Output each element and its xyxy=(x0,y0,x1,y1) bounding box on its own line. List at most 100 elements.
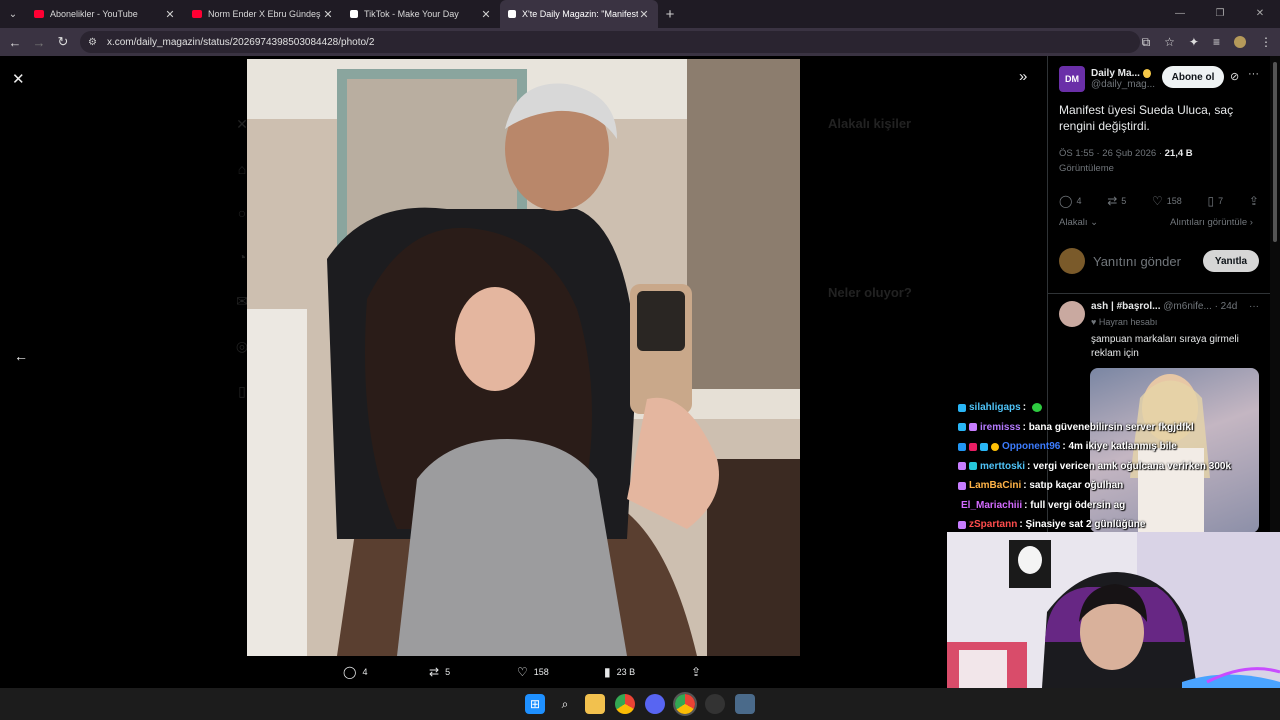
discord-icon[interactable] xyxy=(645,694,665,714)
previous-photo-icon[interactable]: ← xyxy=(14,348,28,364)
reply-submit-button[interactable]: Yanıtla xyxy=(1203,250,1259,272)
more-options-icon[interactable]: ··· xyxy=(1249,301,1259,312)
tab-title: TikTok - Make Your Day xyxy=(364,9,459,19)
chrome-profile-icon[interactable] xyxy=(673,692,697,716)
repost-button[interactable]: ⇄ 5 xyxy=(429,665,450,679)
search-icon[interactable]: ⌕ xyxy=(555,694,575,714)
related-people-heading: Alakalı kişiler xyxy=(828,116,912,131)
follow-button[interactable]: Abone ol xyxy=(1162,66,1224,88)
scrollbar-thumb[interactable] xyxy=(1273,62,1277,242)
like-stat[interactable]: ♡ 158 xyxy=(1152,194,1182,208)
chat-message: merttoski: vergi vericen amk oğulcana ve… xyxy=(958,457,1258,477)
tab-search-icon[interactable]: ⌄ xyxy=(0,0,26,28)
chat-username: El_Mariachiii xyxy=(961,499,1023,511)
profile-avatar[interactable] xyxy=(1234,36,1246,48)
tab-youtube-subscriptions[interactable]: Abonelikler - YouTube ✕ xyxy=(26,0,184,28)
extensions-icon[interactable]: ✦ xyxy=(1189,35,1199,49)
site-info-icon[interactable]: ⚙ xyxy=(88,37,97,48)
chat-username: merttoski xyxy=(980,460,1026,472)
chat-text: : vergi vericen amk oğulcana verirken 30… xyxy=(1027,460,1232,472)
repost-icon: ⇄ xyxy=(429,665,440,679)
photo-action-bar: ◯ 4 ⇄ 5 ♡ 158 ▮ 23 B ⇪ xyxy=(247,658,800,686)
windows-taskbar: ⊞ ⌕ xyxy=(0,688,1280,720)
close-window-icon[interactable]: ✕ xyxy=(1240,0,1280,28)
fan-badge-icon: ♥ xyxy=(1091,317,1099,327)
like-button[interactable]: ♡ 158 xyxy=(517,665,549,679)
show-quotes-link[interactable]: Alıntıları görüntüle › xyxy=(1170,217,1253,228)
install-app-icon[interactable]: ⧉ xyxy=(1142,35,1151,50)
tiktok-icon xyxy=(350,10,358,18)
tweet-author[interactable]: DM Daily Ma... @daily_mag... xyxy=(1059,66,1155,92)
author-name[interactable]: Daily Ma... xyxy=(1091,68,1140,79)
author-handle[interactable]: @daily_mag... xyxy=(1091,79,1155,90)
more-options-icon[interactable]: ··· xyxy=(1248,68,1259,80)
chat-message: LamBaCini: satıp kaçar oğulhan xyxy=(958,476,1258,496)
window-controls: — ❐ ✕ xyxy=(1160,0,1280,28)
grok-icon[interactable]: ⊘ xyxy=(1230,70,1239,83)
repost-stat[interactable]: ⇄ 5 xyxy=(1107,194,1126,208)
youtube-icon xyxy=(34,10,44,18)
bookmark-icon: ▯ xyxy=(1207,194,1215,208)
new-tab-button[interactable]: + xyxy=(658,6,682,23)
tweet-meta: ÖS 1:55 · 26 Şub 2026 · 21,4 B Görüntüle… xyxy=(1059,146,1259,176)
share-icon: ⇪ xyxy=(691,665,702,679)
calculator-icon[interactable] xyxy=(735,694,755,714)
reply-button[interactable]: ◯ 4 xyxy=(343,665,367,679)
divider xyxy=(1048,293,1270,294)
comment-icon: ◯ xyxy=(343,665,357,679)
browser-menu-icon[interactable]: ⋮ xyxy=(1260,35,1272,49)
address-bar[interactable]: ⚙ x.com/daily_magazin/status/20269743985… xyxy=(80,31,1140,53)
heart-icon: ♡ xyxy=(1152,194,1163,208)
windows-start-icon[interactable]: ⊞ xyxy=(525,694,545,714)
back-icon[interactable]: ← xyxy=(3,35,27,50)
tab-tiktok[interactable]: TikTok - Make Your Day ✕ xyxy=(342,0,500,28)
chat-username: LamBaCini xyxy=(969,480,1022,492)
salon-selfie-image xyxy=(247,59,800,656)
chat-message: iremisss: bana güvenebilirsin server fkg… xyxy=(958,418,1258,438)
tab-title: Norm Ender X Ebru Gündeş - B xyxy=(208,9,322,19)
reply-count: 4 xyxy=(362,667,368,677)
reply-input[interactable]: Yanıtını gönder xyxy=(1093,254,1203,269)
webcam-overlay xyxy=(947,532,1280,688)
chat-badge-icon xyxy=(969,423,977,432)
tab-norm-ender[interactable]: Norm Ender X Ebru Gündeş - B ✕ xyxy=(184,0,342,28)
minimize-icon[interactable]: — xyxy=(1160,0,1200,28)
chat-message: silahligaps: xyxy=(958,398,1258,418)
bookmark-star-icon[interactable]: ☆ xyxy=(1164,35,1175,49)
bookmark-stat[interactable]: ▯ 7 xyxy=(1208,194,1224,208)
reply-author-name[interactable]: ash | #başrol... xyxy=(1091,301,1161,312)
tweet-text: Manifest üyesi Sueda Uluca, saç rengini … xyxy=(1059,103,1234,133)
bookmark-count: 7 xyxy=(1218,196,1224,206)
views-button[interactable]: ▮ 23 B xyxy=(604,665,635,679)
sort-dropdown[interactable]: Alakalı ⌄ xyxy=(1059,217,1098,228)
trending-heading: Neler oluyor? xyxy=(828,285,912,300)
tab-x-daily-magazin[interactable]: X'te Daily Magazin: "Manifest ü ✕ xyxy=(500,0,658,28)
chat-badge-icon xyxy=(980,442,988,451)
share-stat[interactable]: ⇪ xyxy=(1249,194,1259,208)
forward-icon[interactable]: → xyxy=(27,35,51,50)
reply-avatar[interactable] xyxy=(1059,301,1085,327)
tab-close-icon[interactable]: ✕ xyxy=(164,8,176,21)
author-avatar[interactable]: DM xyxy=(1059,66,1085,92)
fan-account-label: ♥ Hayran hesabı xyxy=(1091,317,1157,327)
reply-age: · 24d xyxy=(1214,301,1238,312)
reply-stat[interactable]: ◯ 4 xyxy=(1059,194,1081,208)
reload-icon[interactable]: ↻ xyxy=(51,34,75,50)
tab-close-icon[interactable]: ✕ xyxy=(322,8,334,21)
verified-badge-icon xyxy=(1142,69,1151,78)
close-icon[interactable]: ✕ xyxy=(12,70,25,88)
quotes-link-label: Alıntıları görüntüle xyxy=(1170,217,1248,228)
file-explorer-icon[interactable] xyxy=(585,694,605,714)
reply-author-handle[interactable]: @m6nife... xyxy=(1163,301,1212,312)
collapse-sidebar-icon[interactable]: » xyxy=(1019,68,1027,85)
reading-list-icon[interactable]: ≡ xyxy=(1213,35,1220,49)
share-button[interactable]: ⇪ xyxy=(691,665,701,679)
maximize-icon[interactable]: ❐ xyxy=(1200,0,1240,28)
obs-icon[interactable] xyxy=(705,694,725,714)
reply-count: 4 xyxy=(1076,196,1082,206)
tab-close-icon[interactable]: ✕ xyxy=(638,8,650,21)
chrome-icon[interactable] xyxy=(615,694,635,714)
tweet-timestamp[interactable]: ÖS 1:55 · 26 Şub 2026 · xyxy=(1059,148,1165,159)
chat-badge-icon xyxy=(958,442,966,451)
tab-close-icon[interactable]: ✕ xyxy=(480,8,492,21)
